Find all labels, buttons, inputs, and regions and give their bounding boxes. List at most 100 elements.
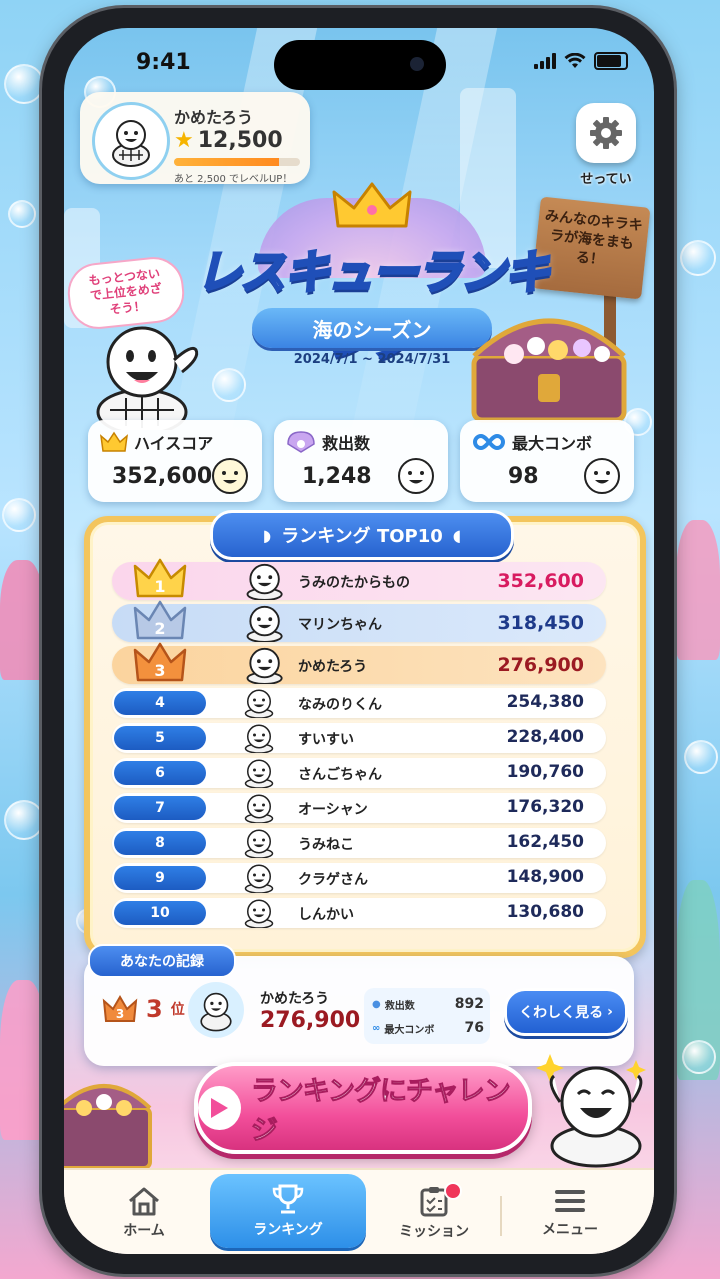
rank-number: 1	[154, 577, 165, 596]
tab-mission-label: ミッション	[399, 1224, 469, 1240]
player-score: 176,320	[506, 797, 584, 817]
notification-dot	[444, 1182, 462, 1200]
challenge-label: ランキングにチャレンジ	[250, 1076, 511, 1147]
rank-number: 8	[114, 831, 206, 855]
svg-text:3: 3	[116, 1007, 124, 1021]
table-row[interactable]: 4 なみのりくん 254,380	[112, 688, 606, 718]
your-rank-number: 3	[146, 995, 163, 1023]
coral-decoration	[0, 980, 46, 1140]
shell-icon	[287, 431, 315, 453]
ranking-header-label: ランキング TOP10	[281, 526, 443, 547]
rescue-count-label: 救出数	[322, 434, 371, 453]
turtle-face-icon	[244, 829, 274, 858]
settings-button[interactable]	[576, 103, 636, 163]
rank-number: 7	[114, 796, 206, 820]
avatar	[188, 982, 244, 1038]
table-row[interactable]: 3 かめたろう 276,900	[112, 642, 606, 684]
max-combo-value: 98	[508, 464, 539, 489]
bronze-crown-icon: 3	[133, 642, 187, 682]
rescue-count-card: 救出数 1,248	[274, 420, 448, 502]
max-combo-card: 最大コンボ 98	[460, 420, 634, 502]
tab-menu[interactable]: メニュー	[510, 1180, 630, 1246]
player-score: 228,400	[506, 727, 584, 747]
player-name: マリンちゃん	[298, 617, 382, 633]
player-name: すいすい	[298, 732, 354, 748]
your-rank-suffix: 位	[170, 1002, 185, 1018]
player-score: 318,450	[497, 612, 584, 634]
star-icon: ★	[174, 128, 194, 153]
player-score: 254,380	[506, 692, 584, 712]
table-row[interactable]: 5 すいすい 228,400	[112, 723, 606, 753]
tab-menu-label: メニュー	[542, 1222, 598, 1238]
view-details-label: くわしく見る	[519, 1005, 604, 1021]
player-name: うみのたからもの	[298, 575, 410, 591]
table-row[interactable]: 1 うみのたからもの 352,600	[112, 558, 606, 600]
player-score: 148,900	[506, 867, 584, 887]
highscore-label: ハイスコア	[134, 434, 214, 453]
level-progress-fill	[174, 158, 279, 166]
crown-icon	[100, 431, 128, 452]
max-combo-label: 最大コンボ	[512, 434, 593, 453]
your-combo-label: 最大コンボ	[384, 1024, 435, 1036]
your-name: かめたろう	[260, 991, 330, 1007]
rank-number: 3	[154, 661, 165, 680]
profile-card[interactable]: かめたろう ★ 12,500 あと 2,500 でレベルUP！	[80, 92, 310, 185]
rank-number: 10	[114, 901, 206, 925]
turtle-face-icon	[246, 563, 283, 600]
rank-number: 4	[114, 691, 206, 715]
your-rescue-label: 救出数	[384, 1000, 415, 1012]
bubble-decoration	[4, 64, 44, 104]
battery-icon	[594, 52, 628, 70]
coral-decoration	[0, 560, 44, 680]
treasure-chest-icon	[64, 1084, 152, 1170]
tab-divider	[500, 1196, 502, 1236]
rank-number: 9	[114, 866, 206, 890]
signal-icon	[534, 53, 556, 69]
turtle-face-icon	[212, 458, 248, 494]
status-icons	[534, 52, 628, 70]
tab-mission[interactable]: ミッション	[374, 1180, 494, 1246]
player-name: さんごちゃん	[298, 767, 382, 783]
silver-crown-icon: 2	[133, 600, 187, 640]
bubble-decoration	[2, 498, 36, 532]
avatar	[92, 102, 170, 180]
wifi-icon	[564, 53, 586, 68]
player-score: 276,900	[497, 654, 584, 676]
table-row[interactable]: 9 クラゲさん 148,900	[112, 863, 606, 893]
challenge-ranking-button[interactable]: ランキングにチャレンジ	[194, 1062, 532, 1154]
player-score: 162,450	[506, 832, 584, 852]
tab-ranking[interactable]: ランキング	[210, 1174, 366, 1248]
turtle-face-icon	[244, 759, 274, 788]
table-row[interactable]: 7 オーシャン 176,320	[112, 793, 606, 823]
player-name: なみのりくん	[298, 697, 382, 713]
bottom-tab-bar: ホーム ランキング ミッション メニュー	[64, 1168, 654, 1254]
table-row[interactable]: 8 うみねこ 162,450	[112, 828, 606, 858]
bubble-decoration	[682, 1040, 716, 1074]
turtle-face-icon	[398, 458, 434, 494]
settings-label: せってい	[580, 172, 632, 187]
your-record-tab: あなたの記録	[88, 944, 236, 978]
table-row[interactable]: 6 さんごちゃん 190,760	[112, 758, 606, 788]
camera-icon	[410, 57, 424, 71]
player-name: かめたろう	[174, 108, 254, 127]
infinity-icon	[473, 433, 505, 451]
player-name: かめたろう	[298, 659, 368, 675]
tab-home[interactable]: ホーム	[84, 1180, 204, 1246]
table-row[interactable]: 2 マリンちゃん 318,450	[112, 600, 606, 642]
turtle-face-icon	[244, 899, 274, 928]
player-name: オーシャン	[298, 802, 368, 818]
level-progress-bar	[174, 158, 300, 166]
rank-number: 5	[114, 726, 206, 750]
player-name: うみねこ	[298, 837, 354, 853]
gear-icon	[590, 117, 622, 149]
bronze-crown-icon: 3	[102, 995, 138, 1022]
bubble-decoration	[684, 740, 718, 774]
view-details-button[interactable]: くわしく見る ›	[504, 988, 628, 1036]
player-score: 190,760	[506, 762, 584, 782]
highscore-value: 352,600	[112, 464, 213, 489]
table-row[interactable]: 10 しんかい 130,680	[112, 898, 606, 928]
player-score: ★ 12,500	[174, 128, 283, 153]
rank-number: 6	[114, 761, 206, 785]
your-rescue-value: 892	[454, 996, 484, 1012]
player-score: 352,600	[497, 570, 584, 592]
